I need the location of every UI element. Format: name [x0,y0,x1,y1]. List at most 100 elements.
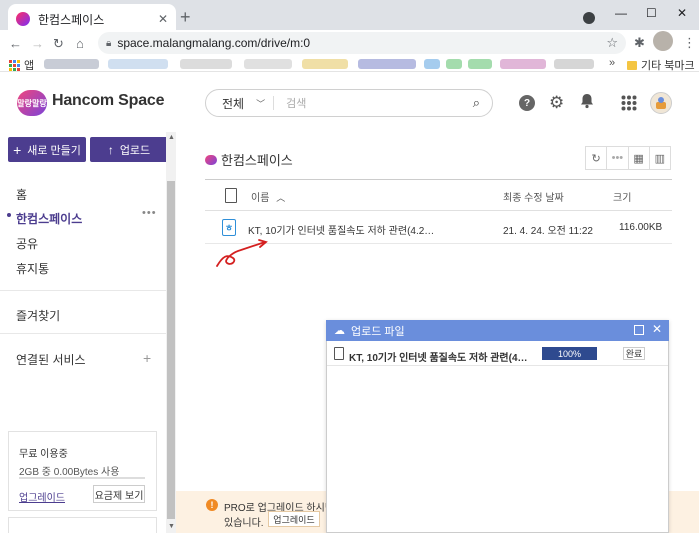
usage-title: 무료 이용중 [19,449,68,460]
bookmark-item[interactable] [424,59,440,69]
bookmark-item[interactable] [180,59,232,69]
breadcrumb: 한컴스페이스 [205,150,293,169]
more-icon[interactable]: ••• [142,207,157,219]
bookmark-item[interactable] [302,59,348,69]
reload-icon[interactable]: ↻ [53,36,64,52]
promo-upgrade-button[interactable]: 업그레이드 [268,511,320,527]
upload-panel-header: ☁ 업로드 파일 [326,320,669,341]
back-icon[interactable]: ← [9,36,22,51]
new-button[interactable]: + 새로 만들기 [8,137,86,162]
hwp-file-icon: ㅎ [222,219,236,236]
alert-icon: ! [206,499,218,511]
upload-arrow-icon: ↑ [107,142,114,157]
usage-value: 2GB 중 0.00Bytes 사용 [19,467,120,478]
usage-bar [19,477,145,479]
maximize-icon[interactable]: ☐ [646,6,657,20]
file-type-icon [225,188,237,203]
file-name[interactable]: KT, 10기가 인터넷 품질속도 저하 관련(4.2… [248,222,434,237]
bookmark-item[interactable] [500,59,546,69]
window-close-icon[interactable]: ✕ [677,6,687,20]
chevron-down-icon[interactable]: ﹀ [256,97,265,110]
gear-icon[interactable]: ⚙ [549,93,564,113]
bookmark-item[interactable] [244,59,292,69]
sort-up-icon: ︿ [276,193,286,203]
profile-avatar[interactable] [653,31,673,51]
document-icon [334,347,344,360]
search-divider [273,96,275,110]
tab-close-icon[interactable]: ✕ [158,12,168,26]
scroll-down-icon[interactable]: ▼ [168,523,175,530]
minimize-panel-icon[interactable] [634,325,644,335]
bookmark-item[interactable] [108,59,168,69]
tab-favicon-icon [16,12,30,26]
column-size[interactable]: 크기 [613,189,631,204]
view-plans-button[interactable]: 요금제 보기 [93,485,145,503]
logo-text[interactable]: Hancom Space [52,92,165,110]
breadcrumb-label[interactable]: 한컴스페이스 [221,150,293,169]
sidebar-item-shared[interactable]: 공유 [16,235,38,252]
sidebar-divider [0,333,166,334]
help-icon[interactable]: ? [519,95,535,111]
grid-view-icon[interactable]: ▦ [629,147,650,169]
sidebar-item-hancomspace[interactable]: 한컴스페이스 [16,210,82,227]
bookmark-apps-label: 앱 [24,60,35,72]
scroll-up-icon[interactable]: ▲ [168,134,175,141]
add-service-icon[interactable]: + [143,350,151,366]
sidebar-item-home[interactable]: 홈 [16,186,27,203]
promo-text-2: 있습니다. [224,518,264,529]
upload-panel-title: 업로드 파일 [351,325,405,338]
new-button-label: 새로 만들기 [27,144,81,157]
bookmarks-overflow-icon[interactable]: » [609,57,615,69]
sidebar-item-trash[interactable]: 휴지통 [16,260,49,277]
search-scope-select[interactable]: 전체 [222,95,244,112]
sidebar-item-connected-services[interactable]: 연결된 서비스 [16,351,86,368]
upload-button[interactable]: ↑ 업로드 [90,137,168,162]
forward-icon[interactable]: → [31,36,44,51]
search-input[interactable]: 검색 [286,95,473,111]
sidebar-item-favorites[interactable]: 즐겨찾기 [16,307,60,324]
bell-icon[interactable] [580,93,594,114]
user-avatar[interactable] [650,92,672,114]
bookmark-item[interactable] [44,59,99,69]
plus-icon: + [13,141,22,158]
refresh-icon[interactable]: ↻ [586,147,608,169]
apps-menu-icon[interactable] [621,95,637,114]
address-bar[interactable]: 🔒︎ space.malangmalang.com/drive/m:0 ☆ [98,32,626,54]
column-name[interactable]: 이름 ︿ [251,189,285,204]
search-box: 전체 ﹀ 검색 ⌕ [205,89,493,117]
upload-status-button[interactable]: 완료 [623,347,645,360]
upload-progress: 100% [542,347,597,360]
sidebar-lower-box [8,517,157,533]
bookmark-star-icon[interactable]: ☆ [606,35,618,51]
bookmark-other[interactable]: 기타 북마크 [627,57,695,73]
folder-icon [627,60,637,70]
extensions-icon[interactable]: ✱ [634,35,645,51]
bookmark-item[interactable] [446,59,462,69]
search-icon[interactable]: ⌕ [473,95,480,111]
upload-file-name: KT, 10기가 인터넷 품질속도 저하 관련(4.21).h… [349,353,529,364]
profile-indicator-icon[interactable] [583,12,595,24]
minimize-icon[interactable]: — [615,6,627,20]
logo-badge[interactable]: 말랑말랑 [17,90,47,116]
menu-icon[interactable]: ⋮ [683,35,696,51]
home-icon[interactable]: ⌂ [76,36,84,51]
bookmark-item[interactable] [554,59,594,69]
bookmark-other-label: 기타 북마크 [641,60,695,72]
bookmark-item[interactable] [358,59,416,69]
bookmark-item[interactable] [468,59,492,69]
cloud-upload-icon: ☁ [334,325,345,337]
apps-grid-icon [9,59,20,71]
scrollbar-thumb[interactable] [167,181,175,519]
list-view-icon[interactable]: ▥ [650,147,670,169]
tab-title: 한컴스페이스 [38,12,105,27]
view-toolbar: ↻ ••• ▦ ▥ [585,146,671,170]
close-panel-icon[interactable]: ✕ [652,322,662,336]
bookmark-apps[interactable]: 앱 [9,57,34,73]
more-options-icon[interactable]: ••• [607,147,629,169]
space-logo-icon [205,154,217,165]
upgrade-link[interactable]: 업그레이드 [19,489,65,504]
column-modified[interactable]: 최종 수정 날짜 [503,189,564,204]
file-size: 116.00KB [619,222,663,233]
upload-button-label: 업로드 [119,144,151,157]
new-tab-icon[interactable]: + [180,8,191,26]
